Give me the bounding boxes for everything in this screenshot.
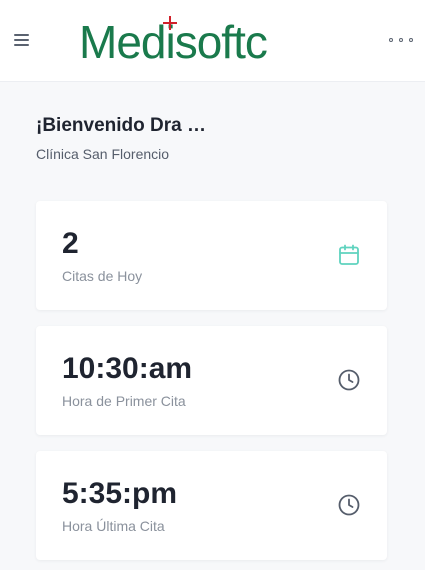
clinic-name: Clínica San Florencio	[36, 146, 170, 162]
first-appointment-card[interactable]: 10:30:am Hora de Primer Cita	[36, 326, 387, 435]
card-label: Citas de Hoy	[62, 268, 143, 284]
today-appointments-card[interactable]: 2 Citas de Hoy	[36, 201, 387, 310]
hamburger-menu-icon[interactable]	[14, 30, 34, 50]
card-label: Hora Última Cita	[62, 518, 165, 534]
top-bar: Medisoftc	[0, 0, 425, 82]
logo: Medisoftc	[79, 14, 269, 70]
clock-icon	[337, 368, 361, 392]
card-label: Hora de Primer Cita	[62, 393, 186, 409]
more-horizontal-icon[interactable]	[389, 30, 413, 50]
logo-cross-icon	[163, 16, 177, 30]
card-value: 5:35:pm	[62, 477, 178, 510]
welcome-title: ¡Bienvenido Dra …	[36, 115, 206, 136]
card-value: 10:30:am	[62, 352, 193, 385]
calendar-icon	[337, 243, 361, 267]
last-appointment-card[interactable]: 5:35:pm Hora Última Cita	[36, 451, 387, 560]
clock-icon	[337, 493, 361, 517]
card-value: 2	[62, 227, 79, 260]
